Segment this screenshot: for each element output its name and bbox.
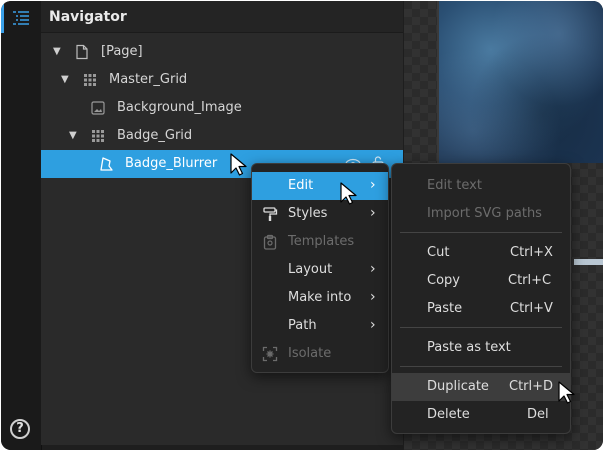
isolate-icon [262, 346, 278, 362]
chevron-right-icon: › [370, 177, 376, 193]
edit-submenu: Edit text Import SVG paths Cut Ctrl+X Co… [391, 163, 571, 434]
clipboard-icon [263, 234, 277, 250]
active-indicator [1, 3, 4, 33]
menu-item-paste-as-text[interactable]: Paste as text [392, 334, 570, 362]
tree-item-badge-grid[interactable]: ▼ Badge_Grid [41, 122, 403, 150]
vector-shape-icon [100, 157, 113, 171]
chevron-right-icon: › [370, 261, 376, 277]
menu-separator [400, 366, 562, 367]
tree-item-label: Badge_Blurrer [125, 156, 218, 171]
mouse-cursor-icon [230, 153, 247, 176]
chevron-right-icon: › [370, 317, 376, 333]
help-button[interactable]: ? [10, 419, 30, 439]
menu-item-edit-text[interactable]: Edit text [392, 172, 570, 200]
menu-item-import-svg-paths[interactable]: Import SVG paths [392, 200, 570, 228]
menu-item-duplicate[interactable]: Duplicate Ctrl+D [392, 373, 570, 401]
menu-item-isolate[interactable]: Isolate [252, 340, 388, 368]
navigator-toggle-button[interactable] [1, 1, 41, 37]
tree-item-page[interactable]: ▼ [Page] [41, 38, 403, 66]
shortcut-label: Del [527, 407, 549, 422]
chevron-right-icon: › [370, 205, 376, 221]
tree-item-background-image[interactable]: Background_Image [41, 94, 403, 122]
app-window: ? Navigator ▼ [Page] ▼ Master_Grid Backg… [1, 1, 603, 450]
grid-icon [84, 74, 96, 86]
menu-item-path[interactable]: Path › [252, 312, 388, 340]
tree-item-master-grid[interactable]: ▼ Master_Grid [41, 66, 403, 94]
navigator-header: Navigator [41, 1, 403, 33]
menu-separator [400, 232, 562, 233]
menu-item-styles[interactable]: Styles › [252, 200, 388, 228]
tree-item-label: [Page] [101, 44, 143, 59]
expand-caret-icon[interactable]: ▼ [61, 74, 69, 85]
mouse-cursor-icon [558, 381, 575, 404]
grid-icon [92, 130, 104, 142]
shortcut-label: Ctrl+V [510, 301, 553, 316]
menu-item-delete[interactable]: Delete Del [392, 401, 570, 429]
shortcut-label: Ctrl+X [510, 245, 553, 260]
shortcut-label: Ctrl+D [509, 379, 554, 394]
expand-caret-icon[interactable]: ▼ [69, 130, 77, 141]
menu-item-templates[interactable]: Templates [252, 228, 388, 256]
shortcut-label: Ctrl+C [508, 273, 552, 288]
tree-item-label: Master_Grid [109, 72, 188, 87]
expand-caret-icon[interactable]: ▼ [53, 46, 61, 57]
background-image-preview [437, 1, 603, 163]
canvas-element-edge [574, 259, 603, 265]
navigator-list-icon [13, 11, 29, 25]
left-rail: ? [1, 1, 42, 450]
menu-item-make-into[interactable]: Make into › [252, 284, 388, 312]
image-icon [91, 101, 105, 115]
menu-separator [400, 327, 562, 328]
paint-roller-icon [263, 207, 278, 221]
menu-item-cut[interactable]: Cut Ctrl+X [392, 239, 570, 267]
tree-item-label: Background_Image [117, 100, 242, 115]
tree-item-label: Badge_Grid [117, 128, 193, 143]
mouse-cursor-icon [340, 182, 357, 205]
menu-item-edit[interactable]: Edit › [252, 172, 388, 200]
navigator-title: Navigator [49, 9, 127, 25]
menu-item-paste[interactable]: Paste Ctrl+V [392, 295, 570, 323]
menu-item-copy[interactable]: Copy Ctrl+C [392, 267, 570, 295]
menu-item-layout[interactable]: Layout › [252, 256, 388, 284]
chevron-right-icon: › [370, 289, 376, 305]
page-icon [76, 44, 88, 60]
context-menu: Edit › Styles › Templates Layout › Make … [251, 163, 389, 373]
